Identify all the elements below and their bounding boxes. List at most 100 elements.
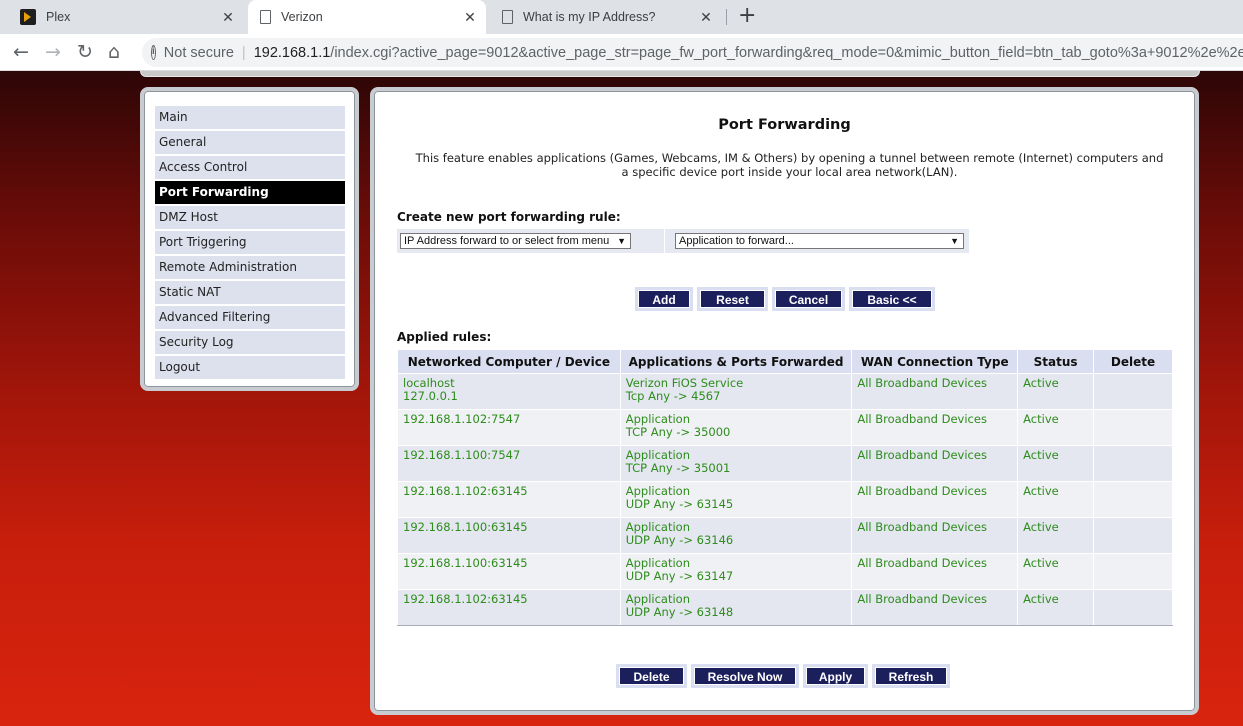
rule-wan-type: All Broadband Devices — [857, 592, 987, 606]
dropdown-arrow-icon: ▼ — [617, 236, 626, 246]
table-row: 192.168.1.102:63145 Application UDP Any ->… — [397, 481, 1173, 518]
reset-button[interactable]: Reset — [700, 290, 765, 308]
plex-icon — [20, 9, 36, 25]
rules-table: Networked Computer / Device Applications… — [397, 349, 1173, 626]
delete-button[interactable]: Delete — [619, 667, 684, 685]
home-icon[interactable]: ⌂ — [108, 41, 120, 63]
column-header-delete: Delete — [1093, 349, 1173, 374]
cell-status: Active — [1017, 445, 1095, 482]
table-row: 192.168.1.100:63145 Application UDP Any ->… — [397, 553, 1173, 590]
application-select[interactable]: Application to forward... ▼ — [675, 233, 964, 249]
sidebar-item-static-nat[interactable]: Static NAT — [155, 281, 345, 304]
rule-status: Active — [1023, 376, 1059, 390]
new-tab-icon[interactable]: + — [738, 5, 756, 27]
cell-status: Active — [1017, 481, 1095, 518]
cell-application: Application UDP Any -> 63146 — [619, 517, 853, 554]
tab-separator — [726, 9, 727, 25]
create-rule-label: Create new port forwarding rule: — [397, 210, 621, 224]
rule-device: 192.168.1.102:63145 — [403, 592, 528, 606]
rule-status: Active — [1023, 520, 1059, 534]
resolve-now-button[interactable]: Resolve Now — [694, 667, 796, 685]
cell-device: localhost 127.0.0.1 — [397, 373, 621, 410]
cell-wan: All Broadband Devices — [851, 445, 1019, 482]
url-host: 192.168.1.1 — [253, 44, 331, 61]
tab-verizon[interactable]: Verizon ✕ — [248, 0, 486, 34]
select-divider — [664, 229, 665, 253]
security-label: Not secure — [163, 44, 234, 61]
table-row: localhost 127.0.0.1 Verizon FiOS Service Tc… — [397, 373, 1173, 410]
rule-device: 192.168.1.102:7547 — [403, 412, 521, 426]
header-strip — [140, 71, 1200, 77]
sidebar-item-security-log[interactable]: Security Log — [155, 331, 345, 354]
close-icon[interactable]: ✕ — [462, 9, 478, 26]
sidebar-item-remote-administration[interactable]: Remote Administration — [155, 256, 345, 279]
rule-ports: TCP Any -> 35000 — [625, 425, 731, 439]
close-icon[interactable]: ✕ — [220, 9, 236, 26]
rule-device: 192.168.1.100:63145 — [403, 520, 528, 534]
cell-application: Application TCP Any -> 35001 — [619, 445, 853, 482]
cell-delete[interactable] — [1093, 589, 1173, 626]
rule-wan-type: All Broadband Devices — [857, 448, 987, 462]
rule-ports: TCP Any -> 35001 — [625, 461, 731, 475]
sidebar-item-logout[interactable]: Logout — [155, 356, 345, 379]
rule-device: 192.168.1.100:7547 — [403, 448, 521, 462]
dropdown-arrow-icon: ▼ — [950, 236, 959, 246]
tab-what-is-my-ip[interactable]: What is my IP Address? ✕ — [490, 0, 722, 34]
page-title: Port Forwarding — [718, 117, 851, 133]
cell-application: Application TCP Any -> 35000 — [619, 409, 853, 446]
cell-delete[interactable] — [1093, 481, 1173, 518]
cell-device: 192.168.1.100:7547 — [397, 445, 621, 482]
sidebar-item-advanced-filtering[interactable]: Advanced Filtering — [155, 306, 345, 329]
page-description: This feature enables applications (Games… — [415, 151, 1164, 179]
rule-ports: UDP Any -> 63146 — [625, 533, 734, 547]
apply-button[interactable]: Apply — [806, 667, 865, 685]
cell-status: Active — [1017, 373, 1095, 410]
cell-status: Active — [1017, 409, 1095, 446]
cell-delete[interactable] — [1093, 445, 1173, 482]
router-page: Main General Access Control Port Forwarding… — [0, 71, 1243, 726]
cell-wan: All Broadband Devices — [851, 481, 1019, 518]
rule-ports: UDP Any -> 63147 — [625, 569, 734, 583]
column-header-wan: WAN Connection Type — [851, 349, 1019, 374]
basic-button[interactable]: Basic << — [852, 290, 932, 308]
sidebar-item-general[interactable]: General — [155, 131, 345, 154]
cell-delete[interactable] — [1093, 373, 1173, 410]
cell-wan: All Broadband Devices — [851, 589, 1019, 626]
cell-wan: All Broadband Devices — [851, 517, 1019, 554]
rule-status: Active — [1023, 448, 1059, 462]
sidebar-item-port-triggering[interactable]: Port Triggering — [155, 231, 345, 254]
cell-delete[interactable] — [1093, 409, 1173, 446]
cell-application: Application UDP Any -> 63147 — [619, 553, 853, 590]
cell-delete[interactable] — [1093, 553, 1173, 590]
sidebar-item-access-control[interactable]: Access Control — [155, 156, 345, 179]
cell-application: Verizon FiOS Service Tcp Any -> 4567 — [619, 373, 853, 410]
document-icon — [260, 10, 271, 24]
close-icon[interactable]: ✕ — [698, 9, 714, 26]
address-bar[interactable]: i Not secure | 192.168.1.1/index.cgi?act… — [142, 38, 1243, 67]
rule-wan-type: All Broadband Devices — [857, 412, 987, 426]
ip-address-select[interactable]: IP Address forward to or select from men… — [400, 233, 631, 249]
table-row: 192.168.1.100:63145 Application UDP Any ->… — [397, 517, 1173, 554]
rule-status: Active — [1023, 412, 1059, 426]
sidebar-item-port-forwarding[interactable]: Port Forwarding — [155, 181, 345, 204]
rule-ports: Tcp Any -> 4567 — [625, 389, 721, 403]
info-icon[interactable]: i — [151, 45, 156, 60]
sidebar-item-main[interactable]: Main — [155, 106, 345, 129]
reload-icon[interactable]: ↻ — [77, 41, 93, 63]
forward-arrow-icon[interactable]: → — [45, 41, 61, 63]
table-row: 192.168.1.102:7547 Application TCP Any -> … — [397, 409, 1173, 446]
add-button[interactable]: Add — [638, 290, 690, 308]
rule-buttons: Add Reset Cancel Basic << — [635, 287, 939, 311]
tab-plex[interactable]: Plex ✕ — [8, 0, 244, 34]
sidebar-item-dmz-host[interactable]: DMZ Host — [155, 206, 345, 229]
tab-title: What is my IP Address? — [523, 10, 656, 24]
ip-address-select-value: IP Address forward to or select from men… — [404, 235, 610, 247]
cell-delete[interactable] — [1093, 517, 1173, 554]
back-arrow-icon[interactable]: ← — [13, 41, 29, 63]
table-buttons: Delete Resolve Now Apply Refresh — [616, 664, 954, 688]
refresh-button[interactable]: Refresh — [875, 667, 947, 685]
cell-status: Active — [1017, 553, 1095, 590]
cell-wan: All Broadband Devices — [851, 373, 1019, 410]
cancel-button[interactable]: Cancel — [775, 290, 842, 308]
cell-wan: All Broadband Devices — [851, 553, 1019, 590]
